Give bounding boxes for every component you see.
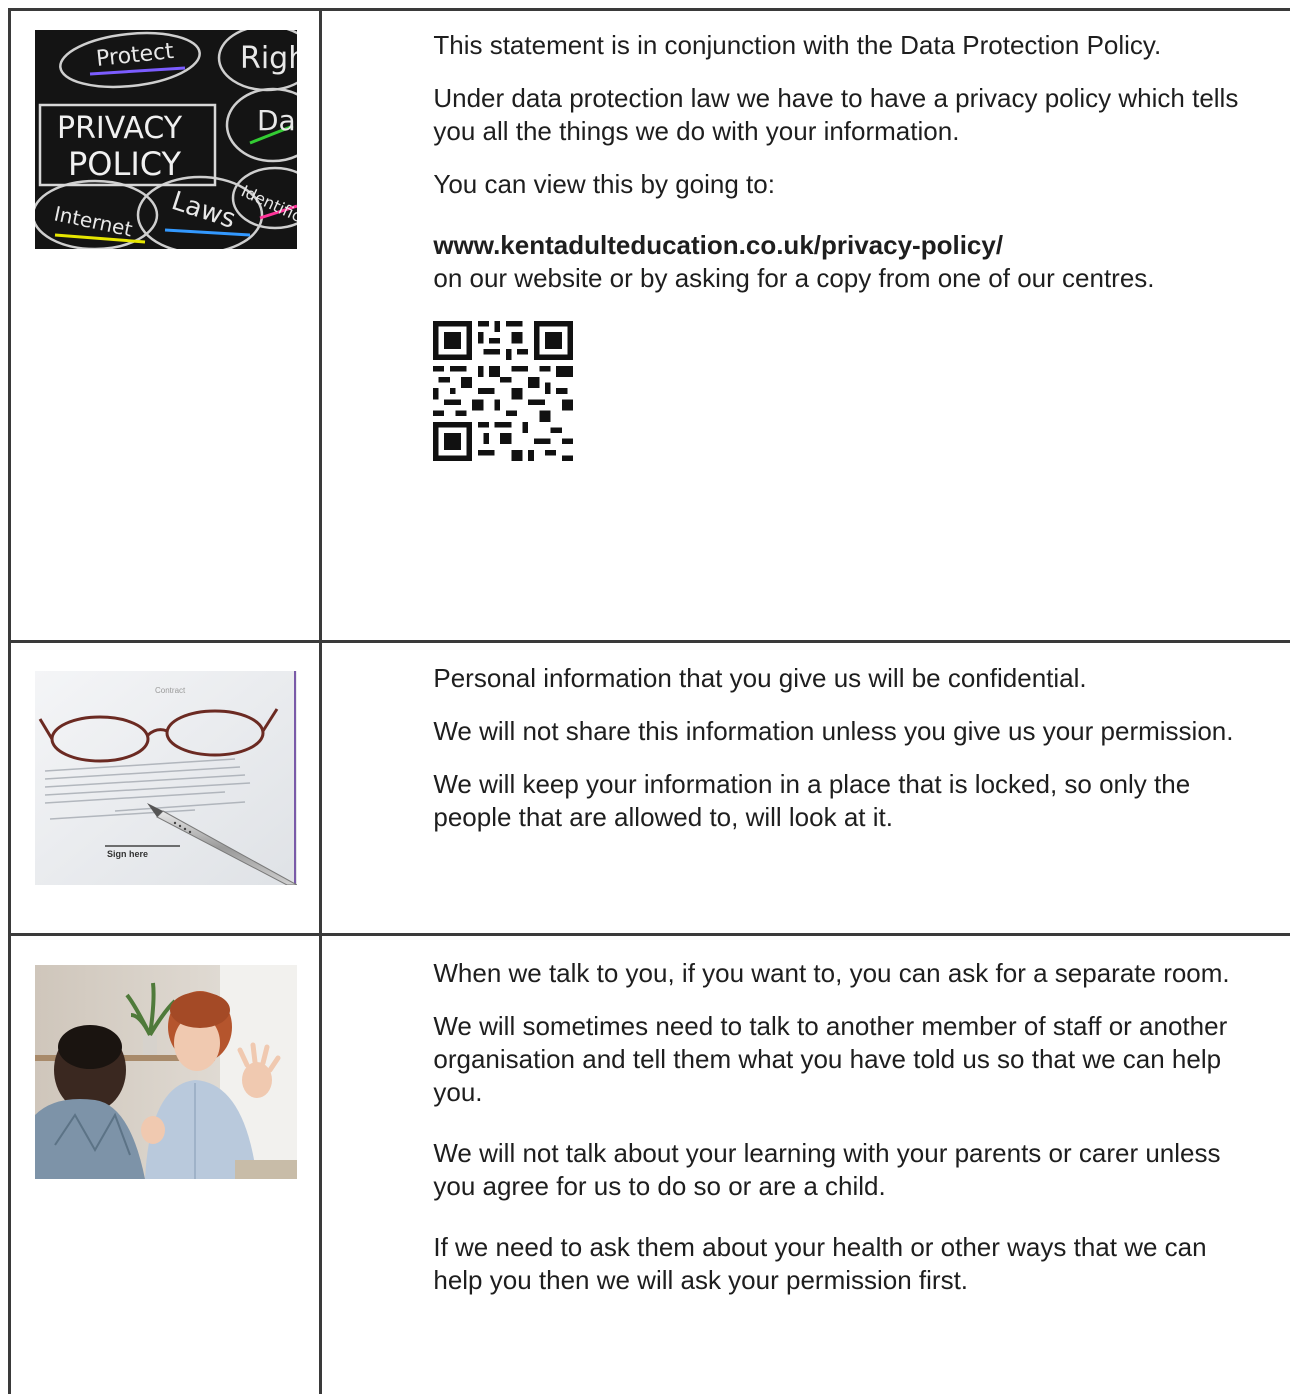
paragraph-locked-place: We will keep your information in a place… — [433, 769, 1191, 832]
privacy-policy-chalkboard-image: Protect Righ PRIVACY POLICY Da Identific… — [35, 30, 297, 249]
after-link-text: on our website or by asking for a copy f… — [433, 263, 1155, 293]
conversation-image-cell — [7, 933, 323, 1394]
sign-here-text: Sign here — [107, 849, 148, 859]
qr-code-icon[interactable] — [433, 321, 574, 461]
paragraph-health-permission: If we need to ask them about your health… — [433, 1232, 1207, 1295]
conversation-text-cell: When we talk to you, if you want to, you… — [319, 933, 1290, 1394]
conversation-row: When we talk to you, if you want to, you… — [7, 933, 1290, 1394]
paragraph-separate-room: When we talk to you, if you want to, you… — [433, 958, 1230, 988]
confidentiality-text-cell: Personal information that you give us wi… — [319, 640, 1290, 936]
chalk-word-rights: Righ — [240, 41, 297, 76]
paragraph-privacy-law: Under data protection law we have to hav… — [433, 83, 1239, 146]
privacy-policy-row: Protect Righ PRIVACY POLICY Da Identific… — [7, 8, 1290, 643]
chalk-word-policy: POLICY — [68, 145, 182, 183]
paragraph-parents-carer: We will not talk about your learning wit… — [433, 1138, 1221, 1201]
contract-image-cell: Contract Sign here — [7, 640, 323, 936]
privacy-policy-link[interactable]: www.kentadulteducation.co.uk/privacy-pol… — [433, 229, 1250, 262]
privacy-image-cell: Protect Righ PRIVACY POLICY Da Identific… — [7, 8, 323, 643]
paragraph-website: www.kentadulteducation.co.uk/privacy-pol… — [433, 229, 1250, 295]
two-people-talking-image — [35, 965, 297, 1179]
paragraph-share-with-staff: We will sometimes need to talk to anothe… — [433, 1011, 1228, 1107]
chalk-word-privacy: PRIVACY — [57, 111, 183, 146]
paragraph-view-instructions: You can view this by going to: — [433, 169, 775, 199]
confidentiality-row: Contract Sign here Personal information … — [7, 640, 1290, 936]
paragraph-data-protection-statement: This statement is in conjunction with th… — [433, 30, 1162, 60]
document-table: Protect Righ PRIVACY POLICY Da Identific… — [7, 8, 1290, 1394]
paragraph-not-share: We will not share this information unles… — [433, 716, 1234, 746]
chalk-word-data: Da — [257, 104, 296, 137]
paragraph-confidential: Personal information that you give us wi… — [433, 663, 1087, 693]
contract-heading-text: Contract — [155, 686, 186, 695]
contract-glasses-pen-image: Contract Sign here — [35, 671, 297, 885]
privacy-text-cell: This statement is in conjunction with th… — [319, 8, 1290, 643]
